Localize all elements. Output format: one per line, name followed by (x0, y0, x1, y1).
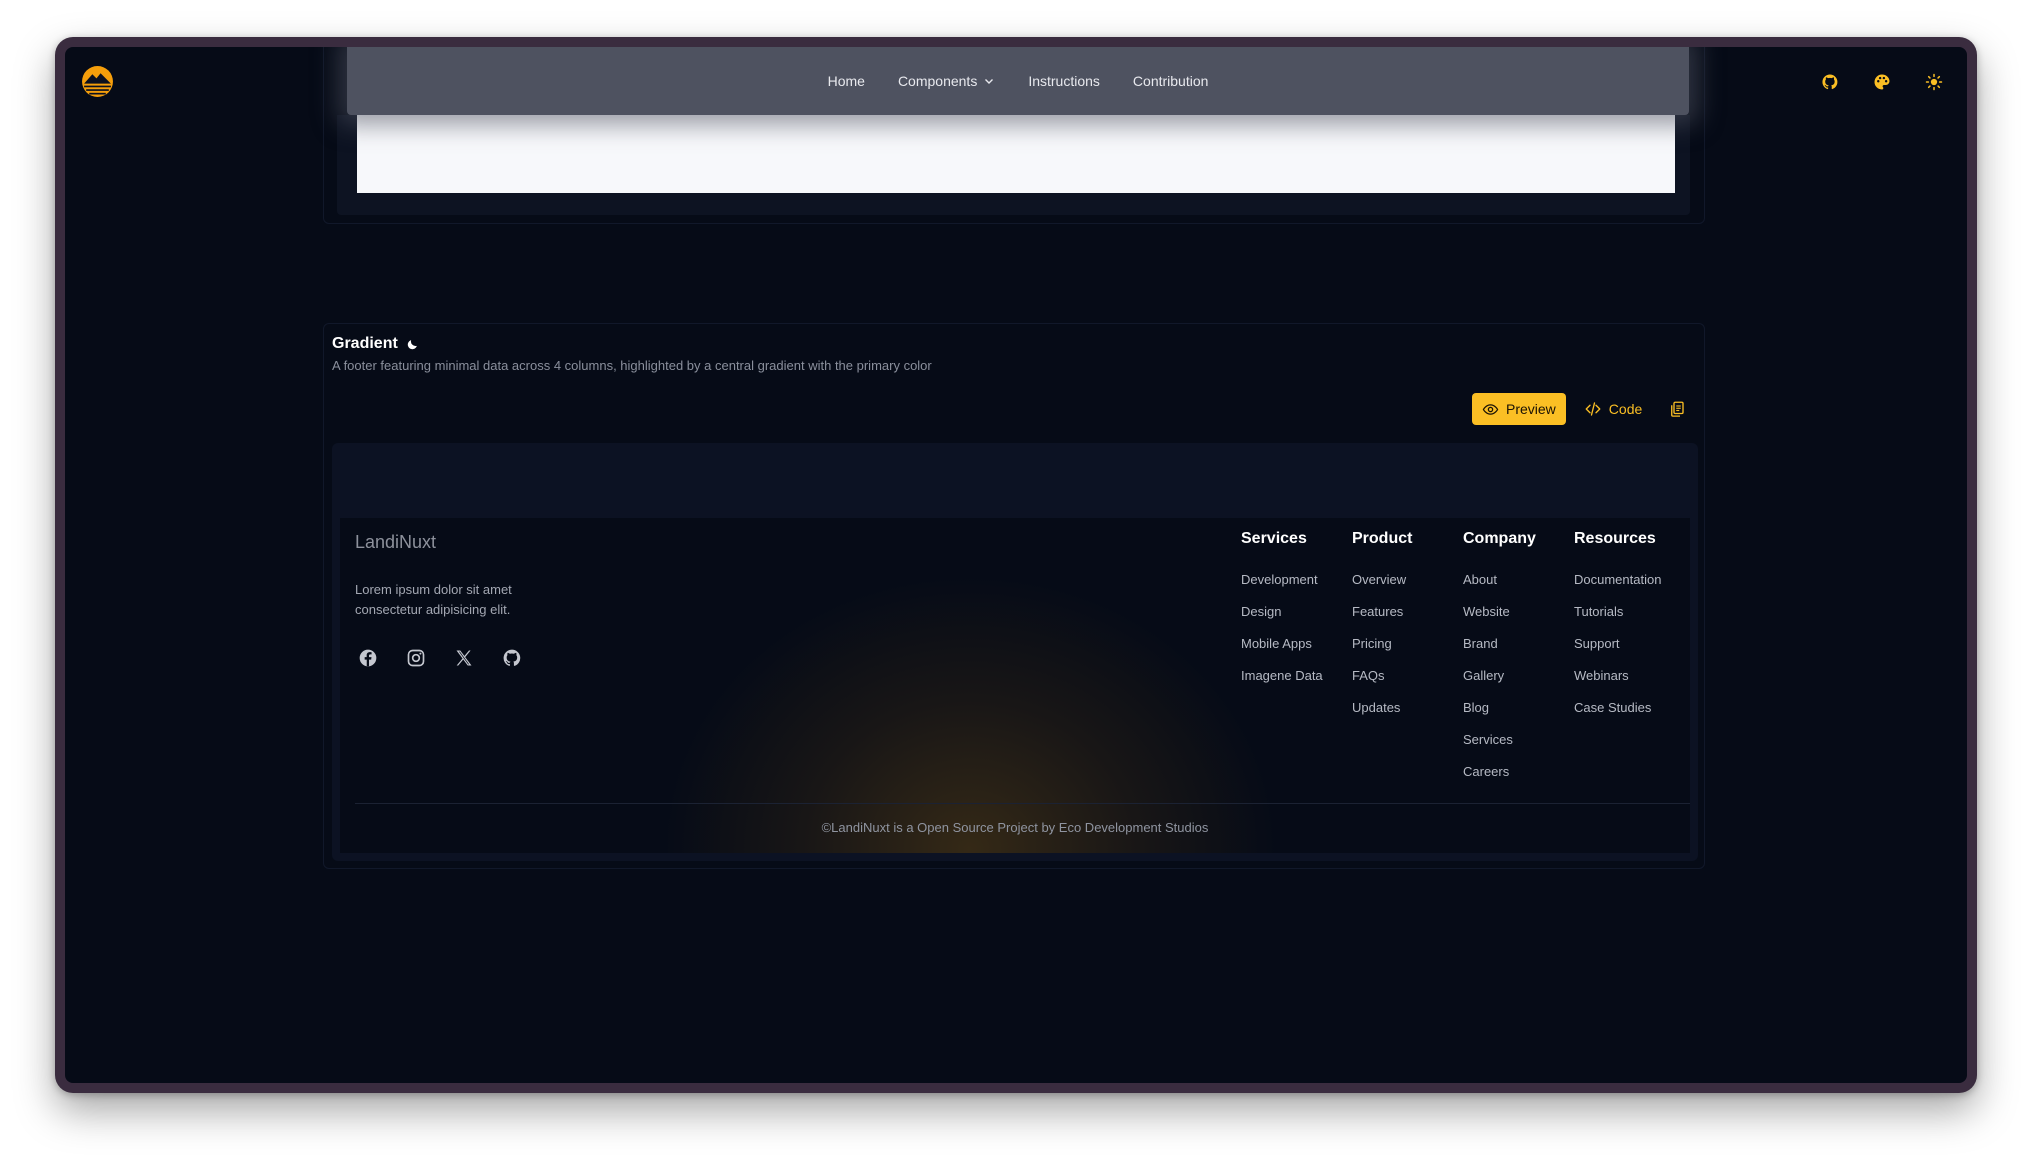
code-button-label: Code (1608, 401, 1643, 417)
nav-home[interactable]: Home (828, 73, 865, 89)
section-title-text: Gradient (332, 335, 398, 352)
footer-link[interactable]: Services (1463, 732, 1536, 764)
footer-link[interactable]: Support (1574, 636, 1661, 668)
footer-link[interactable]: Imagene Data (1241, 668, 1323, 700)
header-actions (1821, 73, 1943, 91)
column-title: Product (1352, 530, 1413, 547)
palette-icon[interactable] (1873, 73, 1891, 91)
footer-column-product: Product Overview Features Pricing FAQs U… (1352, 530, 1412, 732)
github-icon[interactable] (1821, 73, 1839, 91)
section-description: A footer featuring minimal data across 4… (332, 358, 932, 373)
social-links (358, 648, 522, 668)
footer-link[interactable]: Pricing (1352, 636, 1412, 668)
x-twitter-icon[interactable] (454, 648, 474, 668)
central-gradient-glow (660, 573, 1280, 853)
footer-link[interactable]: Features (1352, 604, 1412, 636)
footer-link[interactable]: Webinars (1574, 668, 1661, 700)
nav-instructions[interactable]: Instructions (1028, 73, 1100, 89)
footer-link[interactable]: Overview (1352, 572, 1412, 604)
footer-link[interactable]: Design (1241, 604, 1323, 636)
footer-link[interactable]: Development (1241, 572, 1323, 604)
facebook-icon[interactable] (358, 648, 378, 668)
sun-icon[interactable] (1925, 73, 1943, 91)
preview-button[interactable]: Preview (1472, 393, 1566, 425)
footer-brand[interactable]: LandiNuxt (355, 532, 436, 553)
footer-column-resources: Resources Documentation Tutorials Suppor… (1574, 530, 1661, 732)
browser-window: Home Components Instructions Contributio… (55, 37, 1977, 1093)
footer-link[interactable]: Tutorials (1574, 604, 1661, 636)
footer-link[interactable]: Website (1463, 604, 1536, 636)
footer-link[interactable]: Mobile Apps (1241, 636, 1323, 668)
page-viewport: Home Components Instructions Contributio… (65, 47, 1967, 1083)
footer-link[interactable]: Careers (1463, 764, 1536, 796)
nav-components[interactable]: Components (898, 73, 995, 89)
chevron-down-icon (985, 79, 994, 84)
github-icon[interactable] (502, 648, 522, 668)
code-icon (1585, 402, 1601, 416)
footer-column-services: Services Development Design Mobile Apps … (1241, 530, 1323, 700)
footer-tagline: Lorem ipsum dolor sit amet consectetur a… (355, 582, 512, 617)
footer-link[interactable]: About (1463, 572, 1536, 604)
eye-icon (1482, 403, 1499, 415)
footer-link[interactable]: Blog (1463, 700, 1536, 732)
logo-icon[interactable] (81, 65, 114, 98)
gradient-footer: LandiNuxt Lorem ipsum dolor sit amet con… (340, 518, 1690, 853)
footer-column-company: Company About Website Brand Gallery Blog… (1463, 530, 1536, 796)
column-title: Services (1241, 530, 1307, 547)
preview-button-label: Preview (1506, 401, 1556, 417)
footer-link[interactable]: Brand (1463, 636, 1536, 668)
nav-components-label: Components (897, 73, 978, 89)
footer-link[interactable]: FAQs (1352, 668, 1412, 700)
footer-divider (355, 803, 1690, 804)
footer-link[interactable]: Updates (1352, 700, 1412, 732)
component-preview-frame: LandiNuxt Lorem ipsum dolor sit amet con… (332, 443, 1698, 861)
footer-copyright: ©LandiNuxt is a Open Source Project by E… (821, 820, 1209, 835)
preview-toolbar: Preview Code (1472, 393, 1686, 425)
footer-link[interactable]: Documentation (1574, 572, 1661, 604)
footer-link[interactable]: Gallery (1463, 668, 1536, 700)
footer-link[interactable]: Case Studies (1574, 700, 1661, 732)
code-button[interactable]: Code (1584, 400, 1642, 418)
top-navbar: Home Components Instructions Contributio… (347, 47, 1689, 115)
instagram-icon[interactable] (406, 648, 426, 668)
section-title: Gradient (332, 335, 419, 353)
previous-preview-content (357, 115, 1675, 193)
nav-contribution[interactable]: Contribution (1133, 73, 1209, 89)
copy-icon[interactable] (1668, 400, 1686, 418)
moon-icon (407, 339, 417, 349)
column-title: Company (1463, 530, 1536, 547)
column-title: Resources (1574, 530, 1656, 547)
